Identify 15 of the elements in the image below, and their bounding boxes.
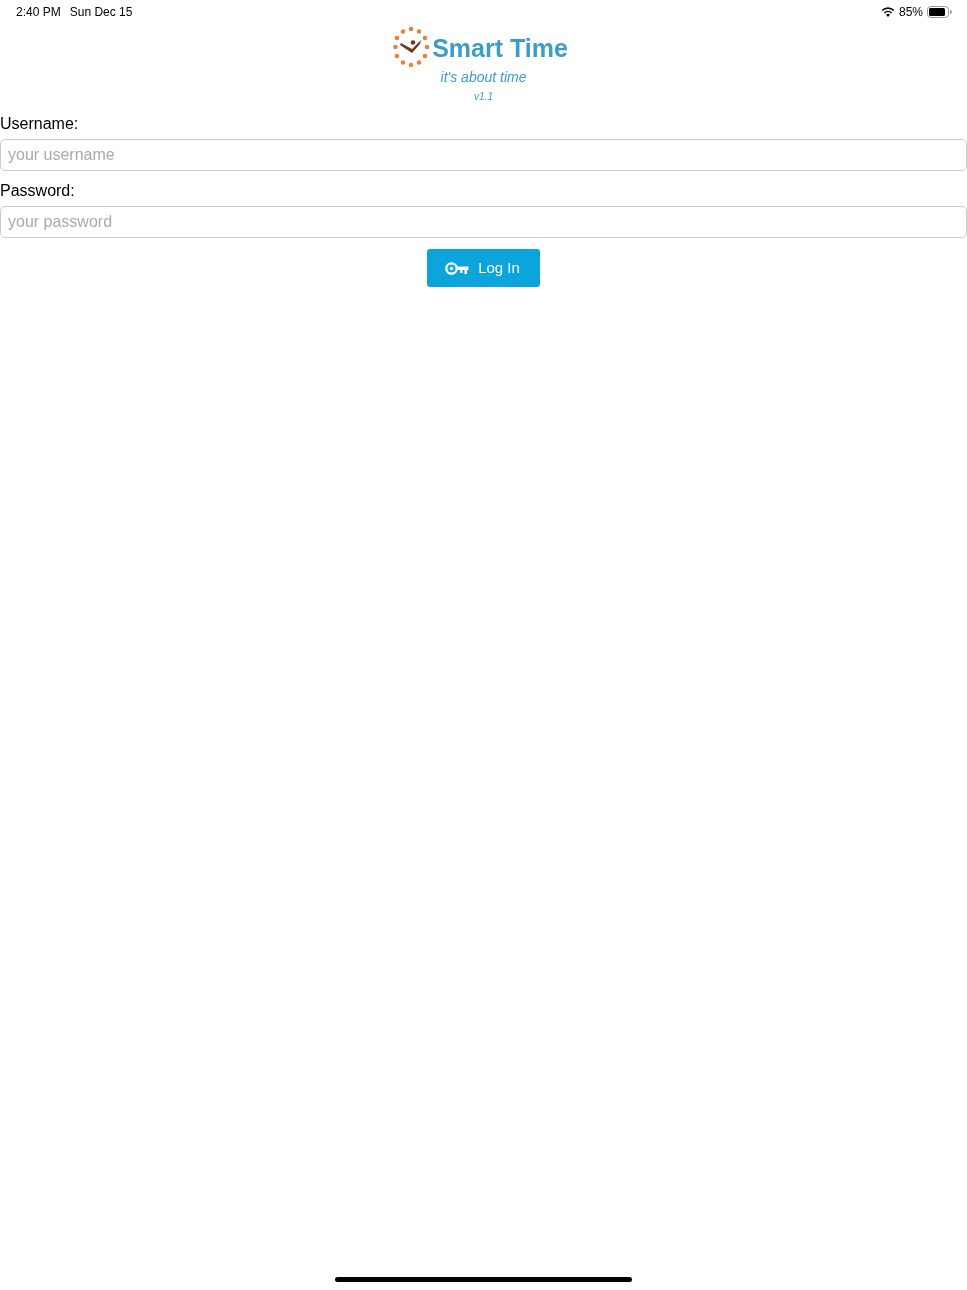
input-field[interactable]: your password [0,206,967,238]
status-time: 2:40 PM [16,3,61,21]
status-date: Sun Dec 15 [69,3,133,21]
app-tagline: it's about time [440,70,527,84]
wifi-icon [880,6,895,17]
login-button[interactable]: Log In [427,249,540,287]
battery-percent: 85% [898,3,923,21]
app-version: v1.1 [474,92,493,102]
input-field[interactable]: your username [0,139,967,171]
app-title: Smart Time [432,35,568,61]
key-icon [445,261,470,275]
field-label: Password: [0,181,75,201]
battery-icon [927,5,952,18]
clock-logo-icon [393,26,431,68]
field-label: Username: [0,114,79,134]
